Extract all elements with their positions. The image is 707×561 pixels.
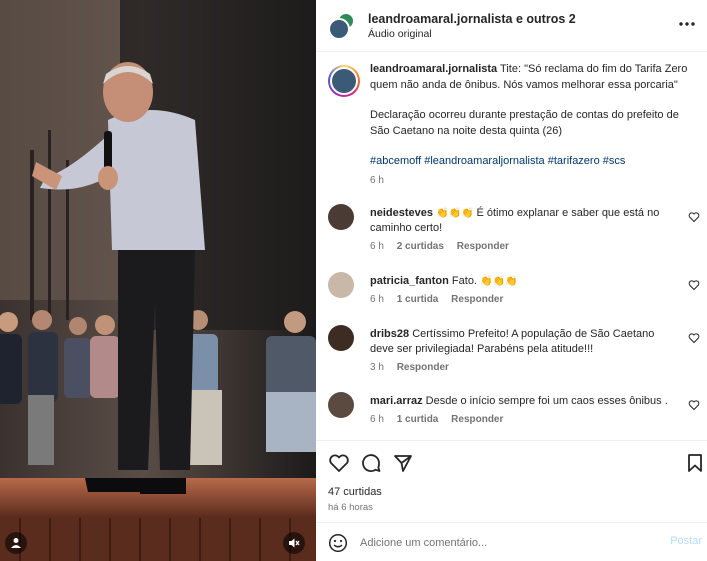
comments-list[interactable]: leandroamaral.jornalista Tite: "Só recla…	[316, 53, 707, 439]
reply-button[interactable]: Responder	[451, 294, 503, 305]
comment-meta: 6 h 1 curtida Responder	[370, 414, 504, 425]
post-side-panel: leandroamaral.jornalista e outros 2 Áudi…	[316, 0, 707, 561]
like-heart-icon[interactable]	[328, 452, 350, 474]
caption-hashtags[interactable]: #abcemoff #leandroamaraljornalista #tari…	[370, 153, 700, 169]
add-comment-bar: Postar	[316, 522, 707, 561]
comment-username[interactable]: neidesteves	[370, 207, 433, 219]
comment-input[interactable]	[360, 533, 640, 553]
post-timestamp: há 6 horas	[328, 502, 373, 513]
like-heart-icon[interactable]	[688, 332, 700, 344]
avatar[interactable]	[328, 392, 354, 418]
likes-count[interactable]: 47 curtidas	[328, 486, 382, 498]
like-heart-icon[interactable]	[688, 399, 700, 411]
comment-meta: 6 h 2 curtidas Responder	[370, 241, 509, 252]
caption-paragraph: Declaração ocorreu durante prestação de …	[370, 109, 679, 137]
emoji-icon[interactable]	[328, 533, 348, 553]
caption-username[interactable]: leandroamaral.jornalista	[370, 63, 497, 75]
comment-username[interactable]: mari.arraz	[370, 395, 423, 407]
comment-meta: 3 h Responder	[370, 362, 449, 373]
comment-text: neidesteves 👏👏👏 É ótimo explanar e saber…	[370, 207, 660, 234]
user-icon	[11, 538, 21, 548]
reply-button[interactable]: Responder	[397, 362, 449, 373]
bookmark-icon[interactable]	[684, 452, 706, 474]
comment-bubble-icon[interactable]	[360, 452, 382, 474]
reply-button[interactable]: Responder	[451, 414, 503, 425]
post-media-video[interactable]	[0, 0, 316, 561]
audio-label[interactable]: Áudio original	[368, 28, 432, 40]
video-frame	[0, 0, 316, 561]
like-heart-icon[interactable]	[688, 211, 700, 223]
comment-username[interactable]: patricia_fanton	[370, 275, 449, 287]
post-author-title[interactable]: leandroamaral.jornalista e outros 2	[368, 12, 576, 26]
avatar[interactable]	[328, 65, 360, 97]
comment-likes[interactable]: 2 curtidas	[397, 241, 444, 252]
collab-avatars[interactable]	[328, 12, 356, 40]
speaker-muted-icon	[289, 538, 300, 548]
avatar[interactable]	[328, 204, 354, 230]
avatar[interactable]	[328, 272, 354, 298]
comment-text: dribs28 Certíssimo Prefeito! A população…	[370, 328, 655, 355]
post-comment-button[interactable]: Postar	[670, 535, 702, 547]
post-header: leandroamaral.jornalista e outros 2 Áudi…	[316, 0, 707, 52]
avatar[interactable]	[328, 325, 354, 351]
comment-username[interactable]: dribs28	[370, 328, 409, 340]
post-actions: 47 curtidas há 6 horas	[316, 440, 707, 520]
like-heart-icon[interactable]	[688, 279, 700, 291]
more-horizontal-icon	[679, 22, 695, 26]
tagged-users-button[interactable]	[5, 532, 27, 554]
comment-text: patricia_fanton Fato. 👏👏👏	[370, 275, 518, 287]
comment-meta: 6 h 1 curtida Responder	[370, 294, 504, 305]
comment-likes[interactable]: 1 curtida	[397, 414, 439, 425]
share-send-icon[interactable]	[392, 452, 414, 474]
avatar	[328, 18, 350, 40]
comment-text: mari.arraz Desde o início sempre foi um …	[370, 395, 668, 407]
reply-button[interactable]: Responder	[457, 241, 509, 252]
more-options-button[interactable]	[675, 14, 699, 34]
comment-likes[interactable]: 1 curtida	[397, 294, 439, 305]
caption-time: 6 h	[370, 175, 384, 186]
caption-text: leandroamaral.jornalista Tite: "Só recla…	[370, 63, 688, 91]
mute-toggle-button[interactable]	[283, 532, 305, 554]
